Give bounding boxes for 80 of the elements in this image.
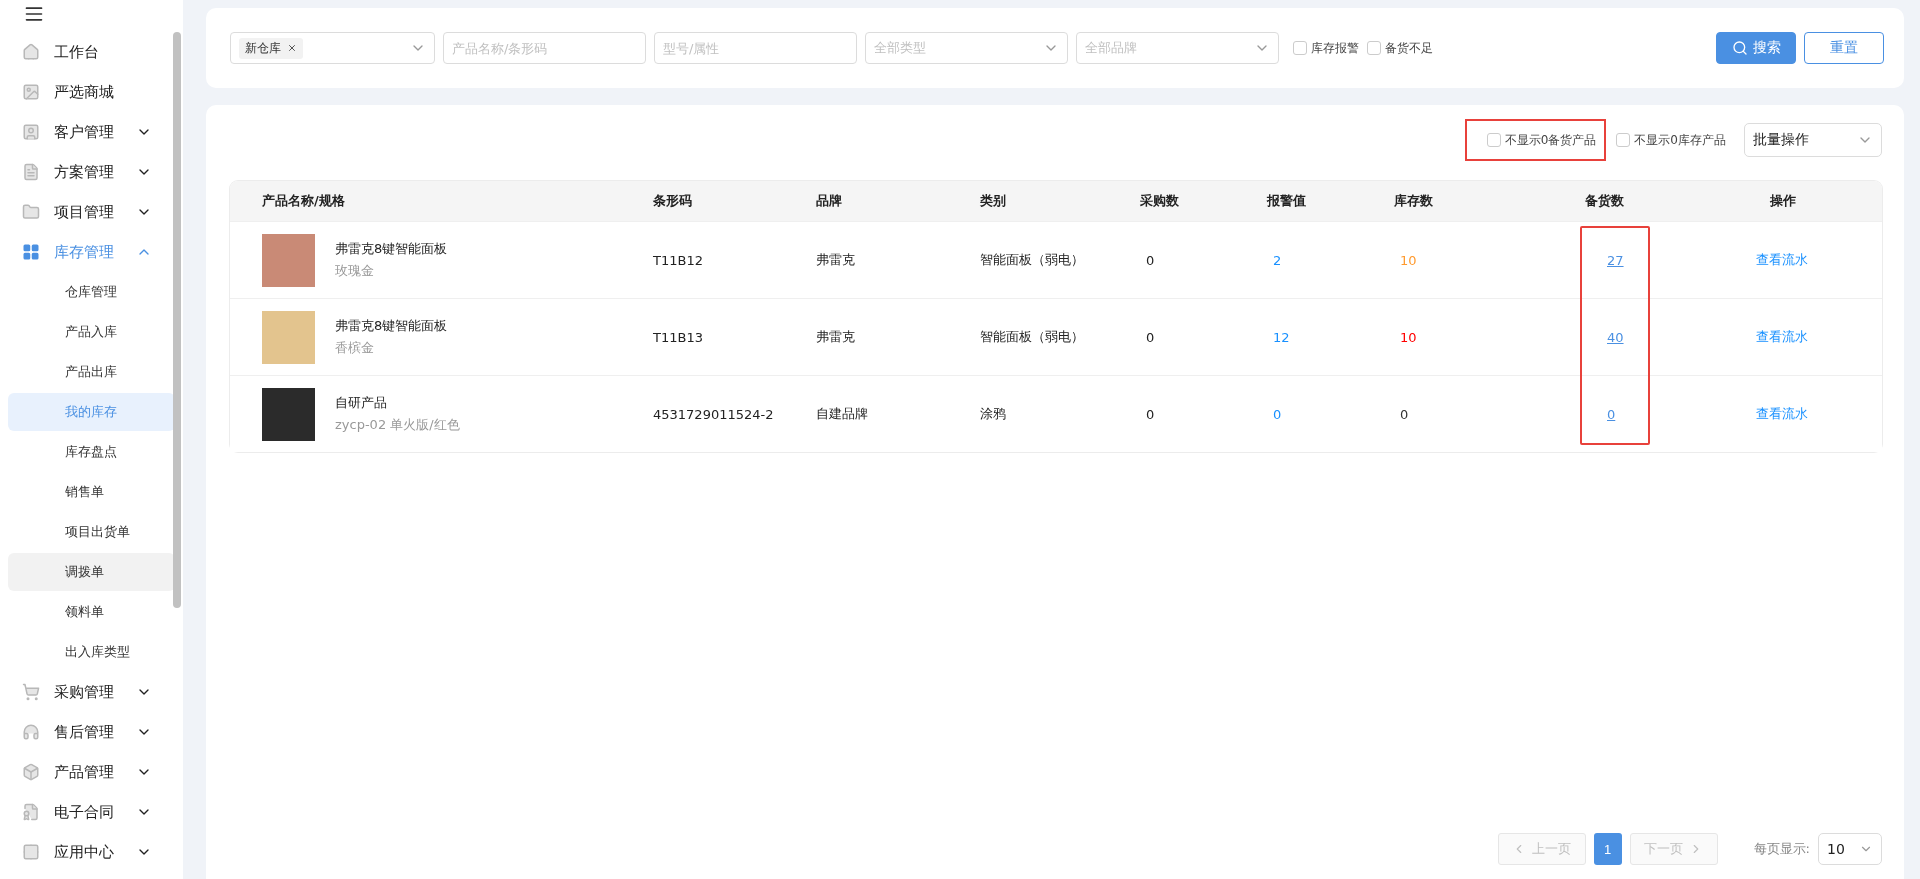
- column-header: 备货数: [1585, 193, 1624, 208]
- table-cell: 0: [1146, 252, 1155, 268]
- menu-item[interactable]: 应用中心: [8, 832, 168, 872]
- image-icon: [22, 83, 40, 101]
- submenu-item[interactable]: 库存盘点: [8, 433, 175, 471]
- checkbox[interactable]: [1616, 133, 1631, 147]
- table-cell-text: T11B13: [653, 329, 704, 345]
- box-icon: [22, 763, 40, 781]
- submenu-item[interactable]: 项目出货单: [8, 513, 175, 551]
- submenu-item[interactable]: 仓库管理: [8, 273, 175, 311]
- certificate-icon: [22, 803, 40, 821]
- table-cell-text: 弗雷克: [816, 251, 856, 269]
- table-cell-text: 自建品牌: [816, 405, 869, 423]
- table-cell: 0: [1273, 406, 1282, 422]
- warehouse-select[interactable]: 新仓库: [230, 32, 435, 64]
- submenu-item[interactable]: 销售单: [8, 473, 175, 511]
- table-cell: 12: [1273, 329, 1290, 345]
- menu-item[interactable]: 客户管理: [8, 112, 168, 152]
- input-field[interactable]: 产品名称/条形码: [443, 32, 646, 64]
- menu-item[interactable]: 产品管理: [8, 752, 168, 792]
- submenu-item[interactable]: 出入库类型: [8, 633, 175, 671]
- cart-icon: [22, 683, 40, 701]
- table-cell: 2: [1273, 252, 1282, 268]
- checkbox-option[interactable]: 不显示0库存产品: [1614, 119, 1736, 161]
- column-header: 采购数: [1140, 193, 1179, 208]
- submenu-item[interactable]: 产品出库: [8, 353, 175, 391]
- table-cell: 0: [1400, 406, 1409, 422]
- column-header: 库存数: [1394, 193, 1433, 208]
- column-header: 类别: [980, 193, 1006, 208]
- warehouse-tag: 新仓库: [239, 37, 303, 59]
- menu-item[interactable]: 工作台: [8, 32, 168, 72]
- folder-icon: [22, 203, 40, 221]
- user-card-icon: [22, 123, 40, 141]
- grid-icon: [22, 843, 40, 861]
- table-cell-text: 智能面板（弱电）: [980, 251, 1085, 269]
- table-cell-text: 弗雷克: [816, 328, 856, 346]
- checkbox[interactable]: [1293, 41, 1307, 55]
- home-icon: [22, 43, 40, 61]
- column-header: 产品名称/规格: [262, 193, 345, 208]
- table-cell-text: 4531729011524-2: [653, 406, 775, 422]
- search-icon: [1731, 40, 1748, 56]
- menu-item[interactable]: 采购管理: [8, 672, 168, 712]
- table-cell: 0: [1146, 329, 1155, 345]
- table-cell-text: 涂鸦: [980, 405, 1007, 423]
- submenu-item[interactable]: 调拨单: [8, 553, 175, 591]
- table-cell: 10: [1400, 252, 1417, 268]
- blocks-icon: [22, 243, 40, 261]
- submenu-item[interactable]: 领料单: [8, 593, 175, 631]
- table-cell-text: 智能面板（弱电）: [980, 328, 1085, 346]
- checkbox[interactable]: [1367, 41, 1381, 55]
- table-cell: 10: [1400, 329, 1417, 345]
- product-spec: 香槟金: [335, 339, 375, 357]
- column-header: 品牌: [816, 193, 842, 208]
- menu-item[interactable]: 项目管理: [8, 192, 168, 232]
- input-field[interactable]: 型号/属性: [654, 32, 857, 64]
- menu-item[interactable]: 严选商城: [8, 72, 168, 112]
- table-cell-text: T11B12: [653, 252, 704, 268]
- product-name: 弗雷克8键智能面板: [335, 317, 448, 335]
- page-size-label: 每页显示:: [1753, 840, 1810, 858]
- product-spec: zycp-02 单火版/红色: [335, 416, 460, 434]
- checkbox-option[interactable]: 库存报警: [1293, 39, 1359, 57]
- column-header: 报警值: [1267, 193, 1306, 208]
- product-name: 弗雷克8键智能面板: [335, 240, 448, 258]
- menu-item[interactable]: 方案管理: [8, 152, 168, 192]
- highlighted-option[interactable]: 不显示0备货产品: [1464, 119, 1607, 161]
- product-spec: 玫瑰金: [335, 262, 375, 280]
- submenu-item[interactable]: 产品入库: [8, 313, 175, 351]
- close-icon[interactable]: [287, 43, 297, 53]
- menu-item[interactable]: 售后管理: [8, 712, 168, 752]
- document-icon: [22, 163, 40, 181]
- checkbox-option[interactable]: 备货不足: [1367, 39, 1433, 57]
- product-name: 自研产品: [335, 394, 388, 412]
- checkbox[interactable]: [1486, 133, 1501, 147]
- table-cell: 0: [1146, 406, 1155, 422]
- column-header: 操作: [1770, 193, 1796, 208]
- batch-select[interactable]: 批量操作: [1744, 123, 1882, 157]
- headset-icon: [22, 723, 40, 741]
- page-size-select[interactable]: 10: [1818, 833, 1882, 865]
- menu-item[interactable]: 电子合同: [8, 792, 168, 832]
- column-header: 条形码: [653, 193, 692, 208]
